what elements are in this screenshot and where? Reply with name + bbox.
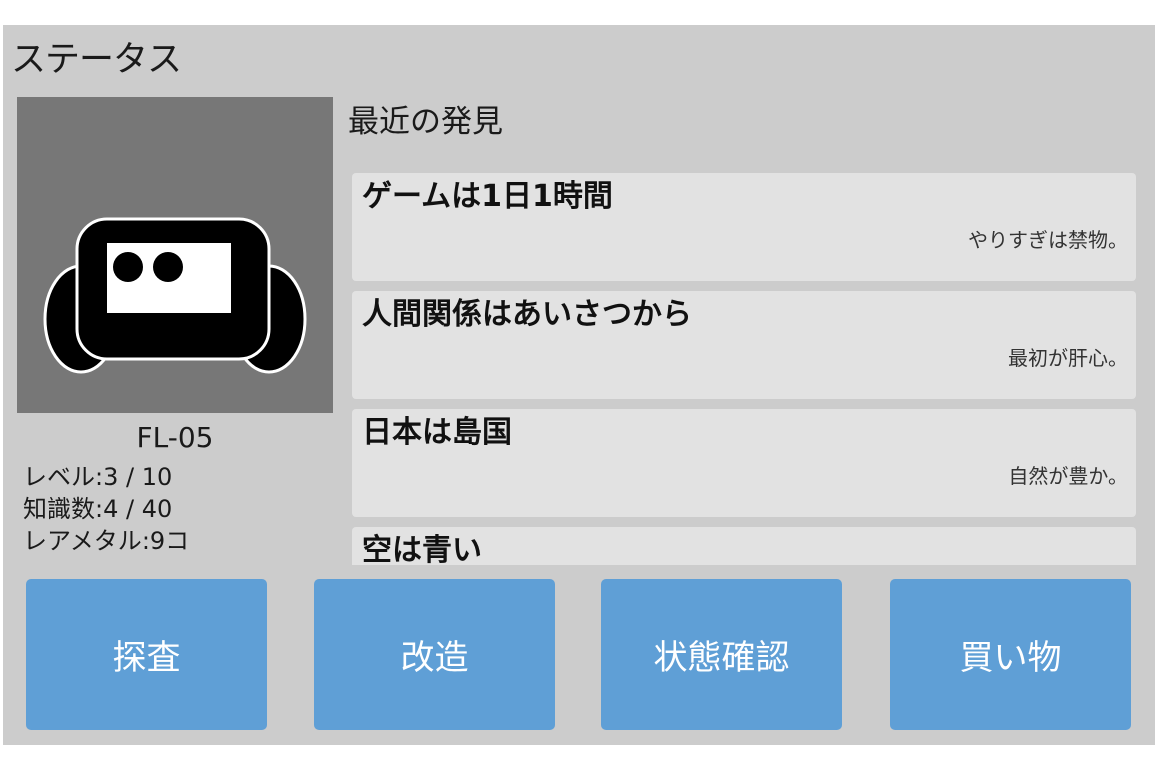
discovery-title: 人間関係はあいさつから <box>362 297 692 332</box>
stat-level-value: 3 / 10 <box>103 463 173 491</box>
stat-knowledge-value: 4 / 40 <box>103 495 173 523</box>
discovery-note: 最初が肝心。 <box>1008 346 1128 370</box>
robot-portrait <box>17 97 333 413</box>
stat-level: レベル:3 / 10 <box>23 463 173 491</box>
stat-rare-metal-value: 9コ <box>149 527 190 555</box>
discovery-card[interactable]: 人間関係はあいさつから 最初が肝心。 <box>352 291 1136 399</box>
robot-name: FL-05 <box>136 421 214 454</box>
robot-stats: レベル:3 / 10 知識数:4 / 40 レアメタル:9コ <box>23 461 189 557</box>
explore-button-label: 探査 <box>112 638 181 678</box>
status-panel: ステータス FL-05 レベル:3 / 10 知識数:4 / 40 レアメタル:… <box>3 25 1155 745</box>
discoveries-list[interactable]: ゲームは1日1時間 やりすぎは禁物。 人間関係はあいさつから 最初が肝心。 日本… <box>352 173 1138 565</box>
stat-rare-metal-label: レアメタル <box>23 527 142 555</box>
stat-knowledge: 知識数:4 / 40 <box>23 495 173 523</box>
screen-title: ステータス <box>11 40 182 80</box>
discovery-note: やりすぎは禁物。 <box>968 228 1128 252</box>
discovery-note: 自然が豊か。 <box>1008 464 1128 488</box>
discovery-card[interactable]: 空は青い <box>352 527 1136 565</box>
status-check-button[interactable]: 状態確認 <box>601 579 842 730</box>
robot-icon <box>43 217 307 374</box>
discovery-card[interactable]: 日本は島国 自然が豊か。 <box>352 409 1136 517</box>
stat-rare-metal: レアメタル:9コ <box>23 527 190 555</box>
explore-button[interactable]: 探査 <box>26 579 267 730</box>
status-check-button-label: 状態確認 <box>653 638 790 678</box>
modify-button[interactable]: 改造 <box>314 579 555 730</box>
modify-button-label: 改造 <box>400 638 469 678</box>
discoveries-heading: 最近の発見 <box>348 104 503 140</box>
shopping-button[interactable]: 買い物 <box>890 579 1131 730</box>
stat-knowledge-label: 知識数 <box>23 495 95 523</box>
shopping-button-label: 買い物 <box>959 638 1062 678</box>
stat-level-label: レベル <box>23 463 95 491</box>
discovery-title: 空は青い <box>362 533 482 565</box>
discovery-title: 日本は島国 <box>362 415 512 450</box>
discovery-card[interactable]: ゲームは1日1時間 やりすぎは禁物。 <box>352 173 1136 281</box>
discovery-title: ゲームは1日1時間 <box>362 179 613 214</box>
